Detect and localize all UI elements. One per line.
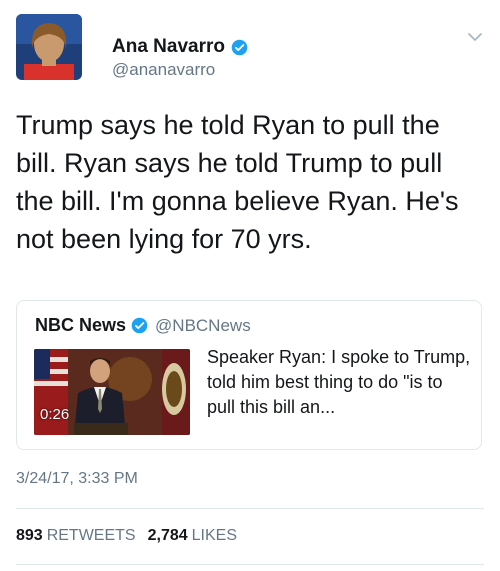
likes-label[interactable]: LIKES xyxy=(192,527,237,545)
author-name-row[interactable]: Ana Navarro xyxy=(112,36,248,58)
tweet-header: Ana Navarro @ananavarro xyxy=(16,14,484,80)
author-handle[interactable]: @ananavarro xyxy=(112,60,215,80)
retweets-count[interactable]: 893 xyxy=(16,527,43,545)
retweets-label[interactable]: RETWEETS xyxy=(47,527,136,545)
engagement-stats: 893 RETWEETS 2,784 LIKES xyxy=(16,527,249,545)
card-text: Speaker Ryan: I spoke to Trump, told him… xyxy=(207,347,471,417)
verified-badge-icon xyxy=(131,317,148,334)
verified-badge-icon xyxy=(231,39,248,55)
card-source-handle: @NBCNews xyxy=(155,315,251,335)
tweet-timestamp[interactable]: 3/24/17, 3:33 PM xyxy=(16,470,138,488)
video-duration: 0:26 xyxy=(40,406,70,423)
divider xyxy=(16,564,484,565)
divider xyxy=(16,508,484,509)
avatar[interactable] xyxy=(16,14,82,80)
author-name[interactable]: Ana Navarro xyxy=(112,36,225,58)
avatar-image xyxy=(16,14,82,80)
chevron-down-icon[interactable] xyxy=(466,28,484,46)
tweet-text: Trump says he told Ryan to pull the bill… xyxy=(16,110,459,254)
likes-count[interactable]: 2,784 xyxy=(148,527,188,545)
card-header: NBC News @NBCNews xyxy=(35,315,251,336)
card-source-name: NBC News xyxy=(35,315,127,335)
link-card[interactable]: NBC News @NBCNews Speaker Ryan: I spoke … xyxy=(16,300,482,450)
